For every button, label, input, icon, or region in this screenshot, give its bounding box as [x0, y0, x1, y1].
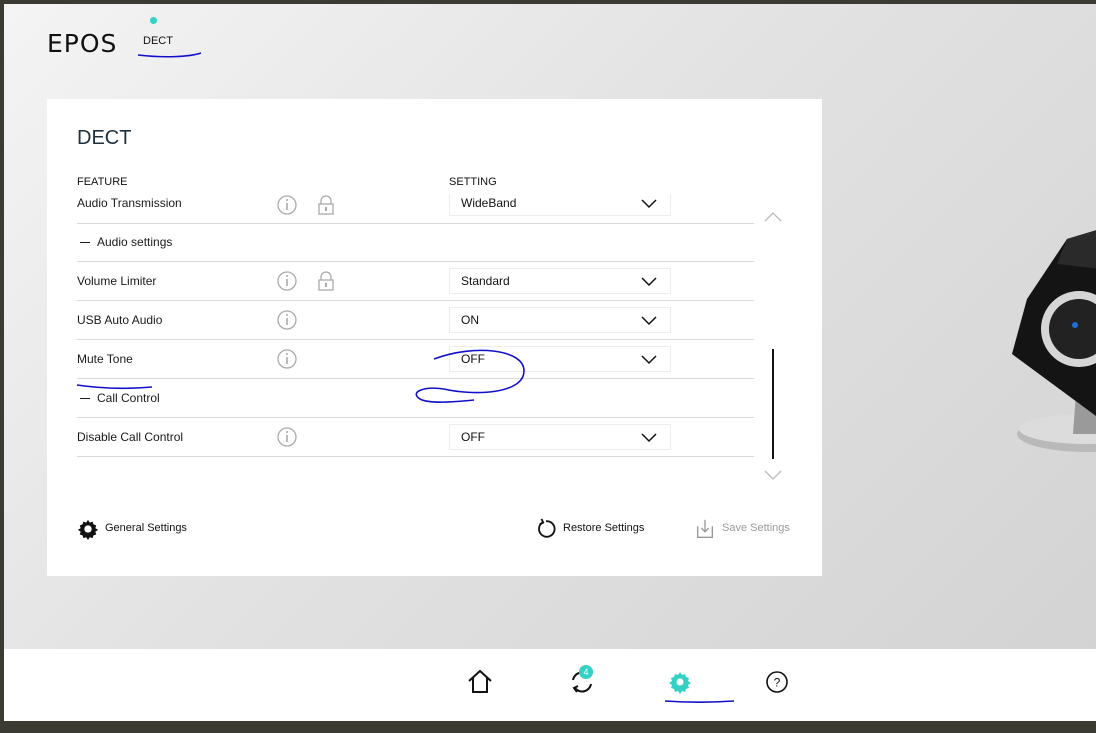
home-icon[interactable]: [465, 667, 495, 697]
restore-icon: [538, 518, 556, 538]
feature-column-header: FEATURE: [77, 176, 128, 188]
chevron-down-icon: [641, 277, 657, 287]
select-value: WideBand: [461, 196, 517, 210]
dect-base-station-image: [1012, 230, 1096, 452]
gear-icon: [77, 519, 99, 540]
group-label: Call Control: [97, 391, 160, 405]
info-icon[interactable]: [277, 271, 297, 291]
general-settings-label: General Settings: [105, 522, 187, 534]
collapse-icon: [80, 398, 90, 399]
bottom-navigation: 4 ?: [4, 649, 1096, 721]
app-window: EPOS DECT DECT FEATURE SETTING Audio Tra…: [4, 4, 1096, 721]
setting-column-header: SETTING: [449, 176, 497, 188]
setting-label: USB Auto Audio: [77, 313, 163, 327]
scroll-up-icon[interactable]: [763, 211, 783, 223]
chevron-down-icon: [641, 355, 657, 365]
setting-row-usb-auto-audio: USB Auto Audio ON: [77, 301, 754, 340]
select-value: OFF: [461, 352, 485, 366]
svg-text:?: ?: [774, 676, 781, 690]
mute-tone-select[interactable]: OFF: [449, 346, 671, 372]
group-audio-settings[interactable]: Audio settings: [77, 223, 754, 262]
save-icon: [696, 519, 714, 538]
group-label: Audio settings: [97, 235, 173, 249]
chevron-down-icon: [641, 199, 657, 209]
info-icon[interactable]: [277, 427, 297, 447]
general-settings-link[interactable]: General Settings: [77, 517, 197, 541]
device-tab-dect[interactable]: DECT: [143, 35, 173, 47]
setting-row-disable-call-control: Disable Call Control OFF: [77, 418, 754, 457]
settings-panel: DECT FEATURE SETTING Audio Transmission …: [47, 99, 822, 576]
device-status-dot: [150, 17, 157, 24]
setting-row-volume-limiter: Volume Limiter Standard: [77, 262, 754, 301]
info-icon[interactable]: [277, 195, 297, 215]
select-value: Standard: [461, 274, 510, 288]
setting-label: Mute Tone: [77, 352, 133, 366]
restore-settings-link[interactable]: Restore Settings: [535, 517, 655, 541]
chevron-down-icon: [641, 433, 657, 443]
lock-icon: [318, 195, 334, 215]
setting-row-audio-transmission: Audio Transmission WideBand: [77, 194, 754, 224]
info-icon[interactable]: [277, 349, 297, 369]
setting-label: Disable Call Control: [77, 430, 184, 444]
page-title: DECT: [77, 127, 132, 149]
collapse-icon: [80, 242, 90, 243]
settings-gear-icon[interactable]: [665, 667, 695, 697]
setting-row-mute-tone: Mute Tone OFF: [77, 340, 754, 379]
volume-limiter-select[interactable]: Standard: [449, 268, 671, 294]
setting-label: Volume Limiter: [77, 274, 157, 288]
updates-count-badge: 4: [579, 665, 593, 679]
help-icon[interactable]: ?: [762, 667, 792, 697]
usb-auto-audio-select[interactable]: ON: [449, 307, 671, 333]
save-settings-link[interactable]: Save Settings: [694, 517, 804, 541]
restore-settings-label: Restore Settings: [563, 522, 645, 534]
epos-logo: EPOS: [47, 29, 118, 58]
setting-label: Audio Transmission: [77, 196, 182, 210]
disable-call-control-select[interactable]: OFF: [449, 424, 671, 450]
scroll-down-icon[interactable]: [763, 469, 783, 481]
info-icon[interactable]: [277, 310, 297, 330]
audio-transmission-select[interactable]: WideBand: [449, 194, 671, 216]
chevron-down-icon: [641, 316, 657, 326]
save-settings-label: Save Settings: [722, 522, 790, 534]
group-call-control[interactable]: Call Control: [77, 379, 754, 418]
lock-icon: [318, 271, 334, 291]
scrollbar-thumb[interactable]: [772, 349, 774, 459]
select-value: ON: [461, 313, 479, 327]
select-value: OFF: [461, 430, 485, 444]
settings-list[interactable]: Audio Transmission WideBand Audio settin…: [77, 194, 754, 487]
